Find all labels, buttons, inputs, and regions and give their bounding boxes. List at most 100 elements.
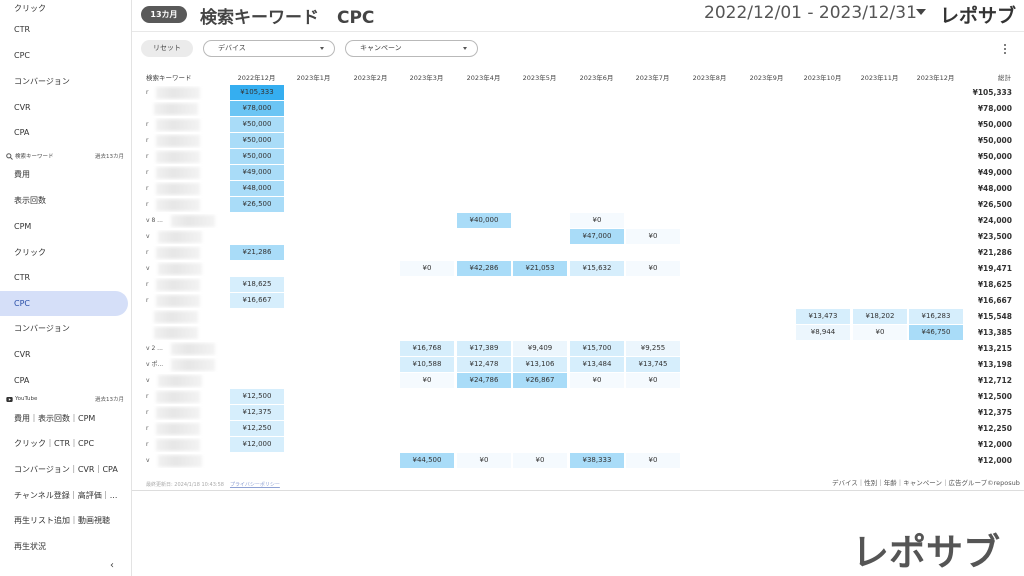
date-range-picker[interactable]: 2022/12/01 - 2023/12/31 (704, 3, 917, 23)
table-cell[interactable]: ¥49,000 (230, 165, 284, 180)
row-total: ¥105,333 (972, 88, 1012, 97)
table-cell[interactable]: ¥38,333 (570, 453, 624, 468)
table-cell[interactable]: ¥0 (570, 373, 624, 388)
sidebar-item-keyword-3[interactable]: クリック (0, 240, 128, 265)
table-cell[interactable]: ¥40,000 (457, 213, 511, 228)
month-header[interactable]: 2023年3月 (398, 72, 455, 82)
table-cell[interactable]: ¥105,333 (230, 85, 284, 100)
sidebar-item-2[interactable]: CPC (0, 43, 128, 68)
sidebar-item-1[interactable]: CTR (0, 17, 128, 42)
table-cell[interactable]: ¥21,286 (230, 245, 284, 260)
table-cell[interactable]: ¥50,000 (230, 149, 284, 164)
sidebar-item-keyword-6[interactable]: コンバージョン (0, 316, 128, 341)
table-cell[interactable]: ¥0 (570, 213, 624, 228)
table-cell[interactable]: ¥50,000 (230, 133, 284, 148)
table-cell[interactable]: ¥10,588 (400, 357, 454, 372)
table-cell[interactable]: ¥0 (400, 261, 454, 276)
redacted-keyword (157, 374, 202, 387)
table-cell[interactable]: ¥46,750 (909, 325, 963, 340)
table-cell[interactable]: ¥18,625 (230, 277, 284, 292)
month-header[interactable]: 2023年11月 (851, 72, 908, 82)
table-cell[interactable]: ¥16,283 (909, 309, 963, 324)
table-cell[interactable]: ¥12,250 (230, 421, 284, 436)
month-header[interactable]: 2023年10月 (794, 72, 851, 82)
table-cell[interactable]: ¥15,700 (570, 341, 624, 356)
table-cell[interactable]: ¥9,409 (513, 341, 567, 356)
sidebar-item-keyword-8[interactable]: CPA (0, 368, 128, 393)
sidebar-item-youtube-3[interactable]: チャンネル登録｜高評価｜... (0, 483, 128, 508)
reset-button[interactable]: リセット (141, 40, 193, 57)
sidebar-item-youtube-4[interactable]: 再生リスト追加｜動画視聴 (0, 508, 128, 533)
sidebar-item-youtube-0[interactable]: 費用｜表示回数｜CPM (0, 406, 128, 431)
sidebar-item-3[interactable]: コンバージョン (0, 69, 128, 94)
table-cell[interactable]: ¥0 (626, 453, 680, 468)
month-header[interactable]: 2023年1月 (285, 72, 342, 82)
table-cell[interactable]: ¥78,000 (230, 101, 284, 116)
table-cell[interactable]: ¥16,667 (230, 293, 284, 308)
table-cell[interactable]: ¥0 (457, 453, 511, 468)
table-cell[interactable]: ¥9,255 (626, 341, 680, 356)
month-header[interactable]: 2023年6月 (568, 72, 625, 82)
table-cell[interactable]: ¥0 (626, 373, 680, 388)
month-header[interactable]: 2023年7月 (624, 72, 681, 82)
sidebar-item-youtube-1[interactable]: クリック｜CTR｜CPC (0, 431, 128, 456)
month-header[interactable]: 2023年5月 (511, 72, 568, 82)
table-cell[interactable]: ¥16,768 (400, 341, 454, 356)
sidebar-item-4[interactable]: CVR (0, 95, 128, 120)
table-cell[interactable]: ¥50,000 (230, 117, 284, 132)
table-cell[interactable]: ¥0 (400, 373, 454, 388)
table-cell[interactable]: ¥18,202 (853, 309, 907, 324)
sidebar-item-keyword-5[interactable]: CPC (0, 291, 128, 316)
sidebar-item-keyword-4[interactable]: CTR (0, 265, 128, 290)
table-cell[interactable]: ¥0 (853, 325, 907, 340)
row-keyword-text: r (146, 89, 149, 96)
campaign-dropdown[interactable]: キャンペーン (345, 40, 478, 57)
table-cell[interactable]: ¥12,478 (457, 357, 511, 372)
more-vertical-icon[interactable] (1003, 43, 1007, 55)
chevron-down-icon (320, 47, 324, 50)
sidebar-item-keyword-1[interactable]: 表示回数 (0, 188, 128, 213)
table-cell[interactable]: ¥8,944 (796, 325, 850, 340)
table-cell[interactable]: ¥48,000 (230, 181, 284, 196)
table-cell[interactable]: ¥42,286 (457, 261, 511, 276)
table-cell[interactable]: ¥47,000 (570, 229, 624, 244)
row-total: ¥12,500 (977, 392, 1012, 401)
table-cell[interactable]: ¥13,106 (513, 357, 567, 372)
redacted-keyword (156, 198, 201, 211)
table-cell[interactable]: ¥13,473 (796, 309, 850, 324)
table-cell[interactable]: ¥12,500 (230, 389, 284, 404)
sidebar-item-keyword-7[interactable]: CVR (0, 342, 128, 367)
table-cell[interactable]: ¥12,375 (230, 405, 284, 420)
month-header[interactable]: 2023年2月 (342, 72, 399, 82)
table-cell[interactable]: ¥15,632 (570, 261, 624, 276)
sidebar-item-label: CVR (14, 103, 31, 112)
month-header[interactable]: 2023年8月 (681, 72, 738, 82)
row-total: ¥18,625 (977, 280, 1012, 289)
row-keyword: v 8 ... (146, 214, 228, 228)
month-header[interactable]: 2023年9月 (738, 72, 795, 82)
table-cell[interactable]: ¥13,484 (570, 357, 624, 372)
sidebar-item-keyword-0[interactable]: 費用 (0, 162, 128, 187)
sidebar-item-keyword-2[interactable]: CPM (0, 214, 128, 239)
table-cell[interactable]: ¥44,500 (400, 453, 454, 468)
table-cell[interactable]: ¥13,745 (626, 357, 680, 372)
sidebar-item-5[interactable]: CPA (0, 120, 128, 145)
month-header[interactable]: 2023年4月 (455, 72, 512, 82)
table-cell[interactable]: ¥0 (513, 453, 567, 468)
sidebar-item-youtube-2[interactable]: コンバージョン｜CVR｜CPA (0, 457, 128, 482)
month-header[interactable]: 2023年12月 (907, 72, 964, 82)
sidebar-item-youtube-5[interactable]: 再生状況 (0, 534, 128, 559)
table-cell[interactable]: ¥21,053 (513, 261, 567, 276)
table-cell[interactable]: ¥0 (626, 261, 680, 276)
date-range-caret-icon[interactable] (916, 9, 926, 15)
table-cell[interactable]: ¥17,389 (457, 341, 511, 356)
table-cell[interactable]: ¥26,500 (230, 197, 284, 212)
device-dropdown[interactable]: デバイス (203, 40, 335, 57)
table-cell[interactable]: ¥26,867 (513, 373, 567, 388)
privacy-policy-link[interactable]: プライバシーポリシー (230, 482, 280, 488)
table-cell[interactable]: ¥0 (626, 229, 680, 244)
collapse-sidebar-button[interactable]: ‹ (110, 560, 114, 571)
table-cell[interactable]: ¥12,000 (230, 437, 284, 452)
month-header[interactable]: 2022年12月 (228, 72, 285, 82)
table-cell[interactable]: ¥24,786 (457, 373, 511, 388)
